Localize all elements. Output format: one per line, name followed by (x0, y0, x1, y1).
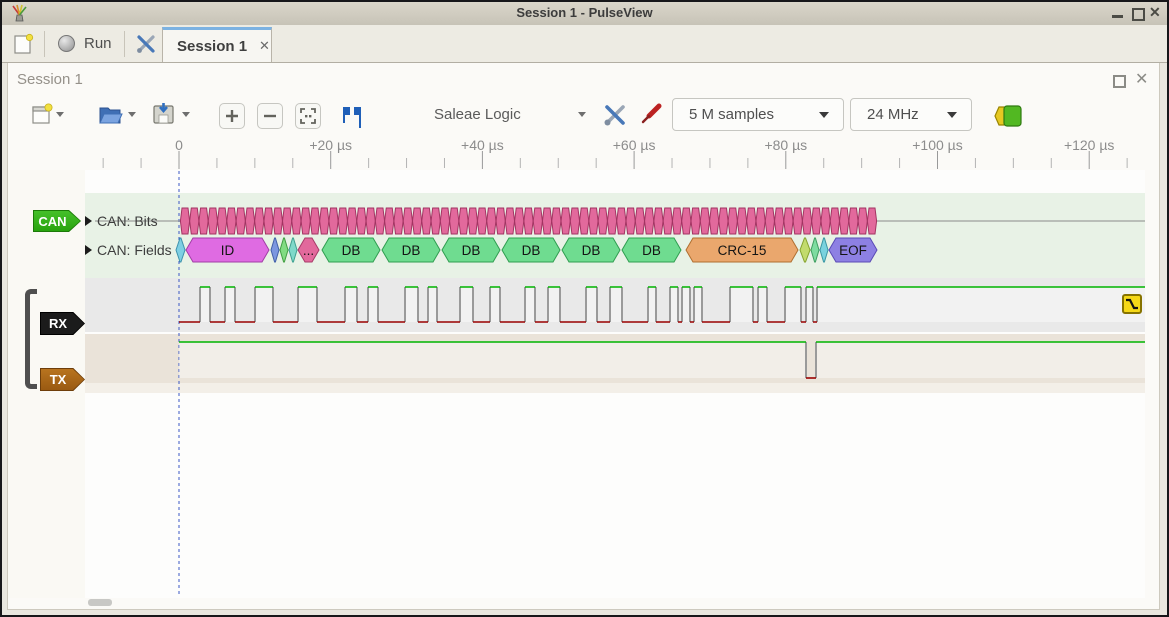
run-button[interactable]: Run (58, 30, 112, 56)
run-label: Run (84, 35, 112, 52)
run-status-icon (58, 35, 75, 52)
new-view-dropdown-icon[interactable] (56, 112, 64, 117)
sample-rate-select[interactable]: 24 MHz (850, 98, 972, 131)
dock-close-icon[interactable]: ✕ (1135, 69, 1148, 89)
dock-title: Session 1 (17, 71, 83, 88)
settings-wrench-icon[interactable] (134, 32, 158, 56)
open-dropdown-icon[interactable] (128, 112, 136, 117)
save-icon[interactable] (150, 100, 178, 128)
zoom-fit-icon (295, 103, 321, 129)
zoom-out-icon (257, 103, 283, 129)
new-session-icon[interactable] (12, 32, 36, 56)
tab-session-1[interactable]: Session 1 ✕ (162, 27, 272, 62)
rx-band (85, 278, 1145, 332)
trigger-marker[interactable] (1122, 294, 1142, 314)
row-expand-icon-fields[interactable] (85, 245, 92, 255)
falling-edge-icon (1124, 296, 1140, 312)
channel-tag-tx-label: TX (41, 369, 84, 390)
probe-icon[interactable] (636, 100, 664, 130)
zoom-to-edges-icon[interactable] (338, 102, 366, 128)
new-view-icon[interactable] (30, 102, 54, 126)
device-dropdown-icon[interactable] (578, 112, 586, 117)
zoom-in-icon (219, 103, 245, 129)
channels-config-icon[interactable] (600, 100, 630, 130)
maximize-button[interactable] (1132, 8, 1145, 21)
sample-rate-value: 24 MHz (867, 106, 919, 123)
pulseview-window: Session 1 - PulseView ✕ Run Session 1 ✕ … (0, 0, 1169, 617)
sample-count-value: 5 M samples (689, 106, 774, 123)
tab-close-icon[interactable]: ✕ (259, 38, 270, 54)
window-title: Session 1 - PulseView (0, 0, 1169, 25)
titlebar: Session 1 - PulseView ✕ (0, 0, 1169, 26)
device-selector[interactable]: Saleae Logic (434, 99, 521, 131)
open-file-icon[interactable] (96, 100, 124, 128)
toolbar-separator (124, 31, 125, 57)
row-label-can-fields: CAN: Fields (97, 242, 172, 258)
channel-tag-rx-label: RX (41, 313, 84, 334)
minimize-button[interactable] (1112, 15, 1123, 18)
save-dropdown-icon[interactable] (182, 112, 190, 117)
channel-tag-tx[interactable]: TX (40, 368, 85, 391)
channel-tag-rx[interactable]: RX (40, 312, 85, 335)
close-button[interactable]: ✕ (1149, 4, 1161, 21)
horizontal-scrollbar-thumb[interactable] (88, 599, 112, 606)
sample-rate-dropdown-icon (947, 112, 957, 118)
row-expand-icon-bits[interactable] (85, 216, 92, 226)
sample-count-dropdown-icon (819, 112, 829, 118)
row-label-can-bits: CAN: Bits (97, 213, 158, 229)
tx-band-footer (85, 383, 1145, 393)
add-decoder-icon[interactable] (990, 103, 1024, 129)
channel-group-bracket (25, 289, 37, 389)
tab-label: Session 1 (177, 38, 247, 55)
toolbar-separator (44, 31, 45, 57)
tx-band (85, 334, 1145, 383)
decoder-tag-can[interactable]: CAN (33, 210, 81, 232)
sample-count-select[interactable]: 5 M samples (672, 98, 844, 131)
dock-undock-icon[interactable] (1113, 75, 1126, 88)
decoder-band (85, 193, 1145, 278)
